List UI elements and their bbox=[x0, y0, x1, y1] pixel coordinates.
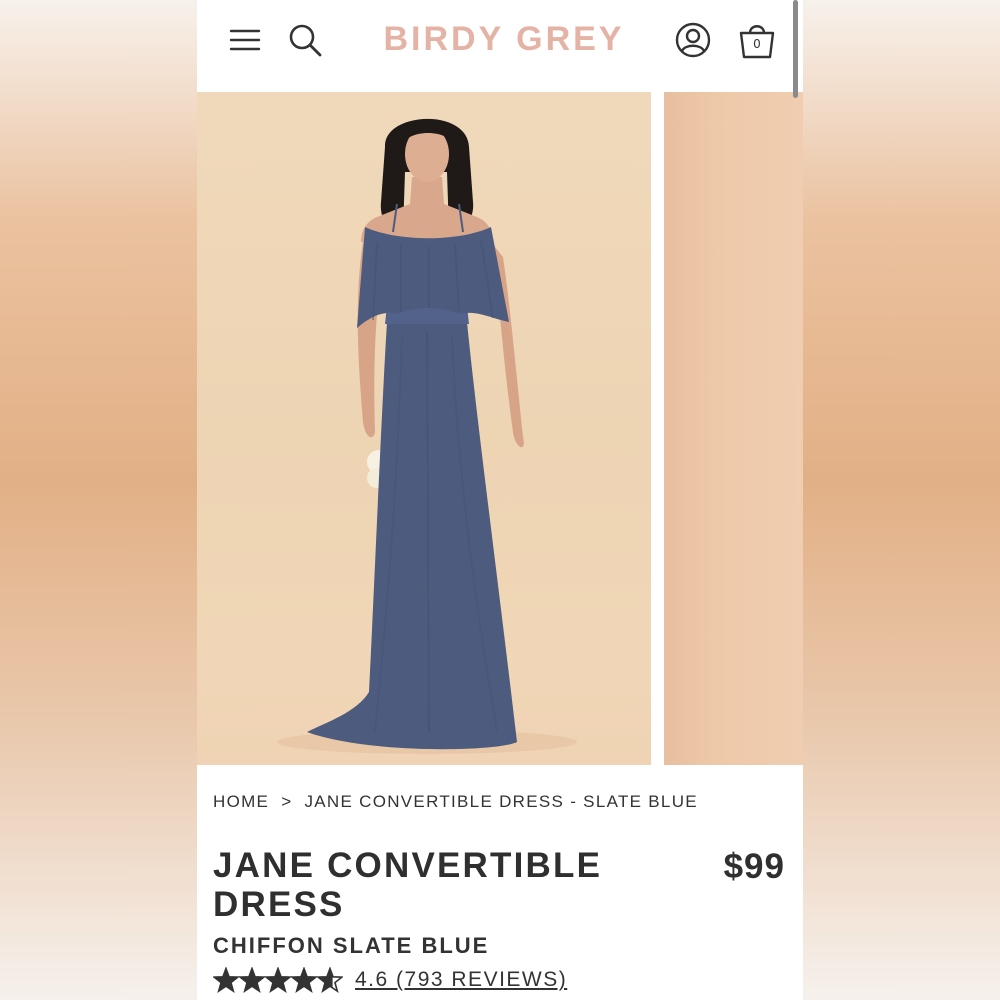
product-image-gallery[interactable] bbox=[197, 92, 803, 765]
breadcrumb-separator: > bbox=[281, 792, 293, 811]
user-account-icon[interactable] bbox=[675, 22, 711, 58]
product-image-main[interactable] bbox=[197, 92, 651, 765]
product-price: $99 bbox=[723, 847, 785, 886]
breadcrumb-home-link[interactable]: HOME bbox=[213, 792, 269, 811]
page-scrollbar[interactable] bbox=[793, 0, 798, 98]
background-right-blur bbox=[803, 0, 1000, 1000]
mobile-page: BIRDY GREY 0 HOME > JANE CONVERTIBLE DRE… bbox=[197, 0, 803, 1000]
star-fill bbox=[240, 968, 264, 992]
brand-logo[interactable]: BIRDY GREY bbox=[367, 20, 641, 59]
search-icon[interactable] bbox=[287, 22, 323, 58]
star-fill bbox=[266, 968, 290, 992]
product-title: JANE CONVERTIBLE DRESS bbox=[213, 846, 603, 924]
shopping-bag-button[interactable]: 0 bbox=[738, 19, 776, 61]
breadcrumb: HOME > JANE CONVERTIBLE DRESS - SLATE BLUE bbox=[213, 792, 698, 812]
product-image-next[interactable] bbox=[664, 92, 803, 765]
cart-count-badge: 0 bbox=[753, 37, 761, 51]
product-color-subtitle: CHIFFON SLATE BLUE bbox=[213, 933, 490, 958]
reviews-link[interactable]: 4.6 (793 REVIEWS) bbox=[355, 968, 567, 992]
model-wearing-dress-image bbox=[277, 118, 577, 754]
star-rating-icon bbox=[213, 967, 343, 993]
star-fill bbox=[292, 968, 316, 992]
hamburger-menu-icon[interactable] bbox=[229, 26, 261, 54]
breadcrumb-current: JANE CONVERTIBLE DRESS - SLATE BLUE bbox=[304, 792, 698, 811]
background-left-blur bbox=[0, 0, 197, 1000]
star-fill bbox=[214, 968, 238, 992]
site-header: BIRDY GREY 0 bbox=[197, 0, 803, 92]
